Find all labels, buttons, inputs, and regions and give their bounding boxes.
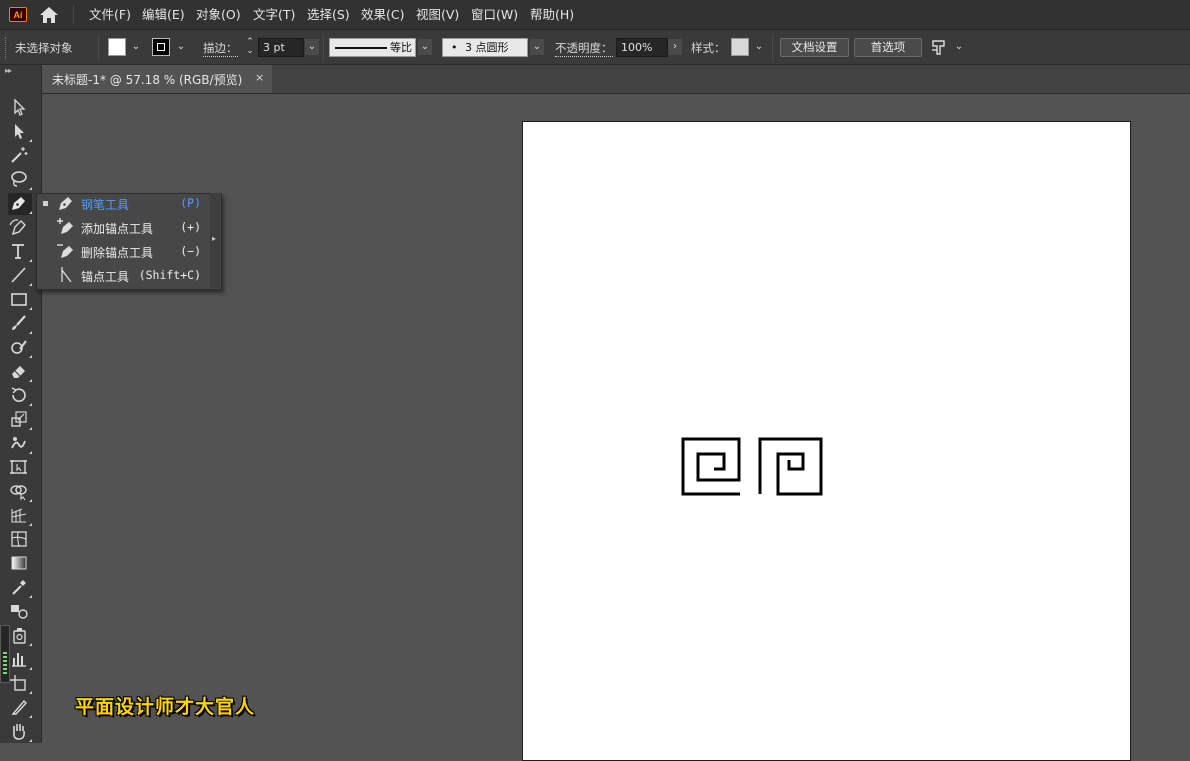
artboard-tool-icon[interactable] (8, 673, 32, 695)
shape-builder-tool-icon[interactable] (8, 481, 32, 503)
flyout-item-label: 钢笔工具 (81, 198, 130, 212)
magic-wand-tool-icon[interactable] (8, 145, 32, 167)
handle-grip (3, 652, 7, 674)
collapse-panel-icon[interactable]: ▸▸ (5, 66, 12, 75)
stroke-weight-input[interactable]: 3 pt (258, 38, 304, 57)
perspective-grid-tool-icon[interactable] (8, 505, 32, 527)
anchor-point-icon (55, 265, 77, 285)
control-bar-grip[interactable] (5, 37, 9, 59)
opacity-label[interactable]: 不透明度： (555, 40, 613, 57)
menu-edit[interactable]: 编辑(E) (142, 6, 185, 23)
fill-dropdown-icon[interactable]: ⌄ (129, 39, 143, 55)
pen-tool-icon[interactable] (8, 193, 32, 215)
brush-label: 3 点圆形 (465, 41, 509, 54)
hand-tool-icon[interactable] (8, 721, 32, 743)
shaper-tool-icon[interactable] (8, 337, 32, 359)
eraser-tool-icon[interactable] (8, 361, 32, 383)
control-separator (772, 36, 773, 60)
stroke-swatch-inner (157, 43, 165, 51)
flyout-item-shortcut: (P) (180, 196, 201, 210)
column-graph-tool-icon[interactable] (8, 649, 32, 671)
menu-help[interactable]: 帮助(H) (530, 6, 574, 23)
stroke-label[interactable]: 描边： (203, 40, 238, 57)
close-tab-icon[interactable]: × (255, 71, 264, 84)
flyout-item-anchor-point[interactable]: 锚点工具 (Shift+C) (37, 264, 209, 288)
scale-tool-icon[interactable] (8, 409, 32, 431)
delete-anchor-point-icon (55, 241, 77, 261)
stroke-swatch[interactable] (152, 38, 170, 56)
direct-selection-tool-icon[interactable] (8, 121, 32, 143)
stroke-weight-dropdown-icon[interactable]: ⌄ (305, 39, 319, 55)
style-label: 样式： (691, 41, 726, 55)
flyout-item-delete-anchor[interactable]: 删除锚点工具 (−) (37, 240, 209, 264)
flyout-item-label: 添加锚点工具 (81, 222, 154, 236)
slice-tool-icon[interactable] (8, 697, 32, 719)
arrange-documents-icon[interactable] (930, 38, 950, 57)
control-separator (323, 36, 324, 60)
blend-tool-icon[interactable] (8, 601, 32, 623)
gradient-tool-icon[interactable] (8, 553, 32, 575)
selection-tool-icon[interactable] (8, 97, 32, 119)
flyout-item-shortcut: (+) (180, 220, 201, 234)
flyout-item-label: 删除锚点工具 (81, 246, 154, 260)
home-icon[interactable] (38, 5, 60, 25)
stroke-stepper-icon[interactable]: ⌃ ⌄ (243, 38, 257, 57)
variable-width-profile[interactable]: 等比 (329, 38, 416, 57)
lasso-tool-icon[interactable] (8, 169, 32, 191)
fill-swatch[interactable] (108, 38, 126, 56)
rectangle-tool-icon[interactable] (8, 289, 32, 311)
menu-window[interactable]: 窗口(W) (471, 6, 518, 23)
pen-icon (55, 193, 77, 213)
selected-bullet-icon (43, 201, 48, 206)
curvature-tool-icon[interactable] (8, 217, 32, 239)
symbol-sprayer-tool-icon[interactable] (8, 625, 32, 647)
flyout-item-shortcut: (−) (180, 244, 201, 258)
greek-key-artwork[interactable] (676, 433, 828, 503)
style-swatch[interactable] (731, 38, 749, 56)
paintbrush-tool-icon[interactable] (8, 313, 32, 335)
preferences-button[interactable]: 首选项 (854, 38, 922, 57)
type-tool-icon[interactable] (8, 241, 32, 263)
rotate-tool-icon[interactable] (8, 385, 32, 407)
selection-status: 未选择对象 (15, 41, 73, 55)
app-logo[interactable]: Ai (9, 7, 27, 22)
mesh-tool-icon[interactable] (8, 529, 32, 551)
opacity-arrow-icon[interactable]: › (668, 39, 682, 55)
document-tab-title[interactable]: 未标题-1* @ 57.18 % (RGB/预览) (52, 71, 242, 88)
add-anchor-point-icon (55, 217, 77, 237)
flyout-item-add-anchor[interactable]: 添加锚点工具 (+) (37, 216, 209, 240)
warp-tool-icon[interactable] (8, 433, 32, 455)
profile-dropdown-icon[interactable]: ⌄ (418, 39, 432, 55)
control-separator (98, 36, 99, 60)
eyedropper-tool-icon[interactable] (8, 577, 32, 599)
menu-effect[interactable]: 效果(C) (361, 6, 404, 23)
opacity-input[interactable]: 100% (616, 38, 668, 57)
flyout-item-shortcut: (Shift+C) (138, 268, 201, 282)
menu-separator (73, 5, 74, 24)
brush-dropdown-icon[interactable]: ⌄ (530, 39, 544, 55)
arrange-dropdown-icon[interactable]: ⌄ (952, 39, 966, 55)
menu-select[interactable]: 选择(S) (307, 6, 350, 23)
watermark-text: 平面设计师才大官人 (75, 696, 256, 718)
menu-file[interactable]: 文件(F) (89, 6, 131, 23)
brush-definition[interactable]: • 3 点圆形 (442, 38, 528, 57)
profile-line (335, 47, 387, 49)
style-dropdown-icon[interactable]: ⌄ (752, 39, 766, 55)
menu-object[interactable]: 对象(O) (196, 6, 241, 23)
flyout-item-pen[interactable]: 钢笔工具 (P) (37, 192, 209, 216)
line-segment-tool-icon[interactable] (8, 265, 32, 287)
flyout-item-label: 锚点工具 (81, 270, 130, 284)
brush-dot: • (451, 41, 458, 54)
document-setup-button[interactable]: 文档设置 (780, 38, 849, 57)
menu-type[interactable]: 文字(T) (253, 6, 295, 23)
stroke-dropdown-icon[interactable]: ⌄ (174, 39, 188, 55)
menu-view[interactable]: 视图(V) (416, 6, 459, 23)
profile-label: 等比 (390, 41, 412, 54)
free-transform-tool-icon[interactable] (8, 457, 32, 479)
tearoff-arrow-icon[interactable]: ▸ (212, 234, 216, 243)
